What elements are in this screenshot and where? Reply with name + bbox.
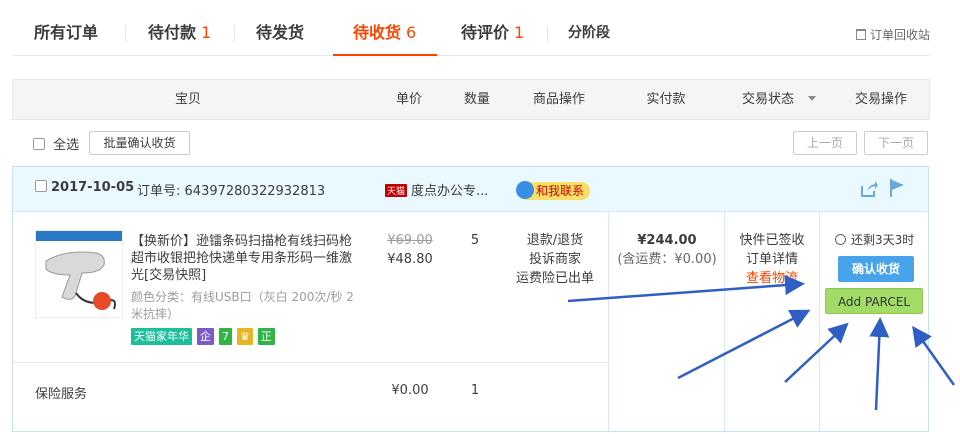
tab-staged[interactable]: 分阶段 xyxy=(548,0,630,56)
view-logistics-link[interactable]: 查看物流 xyxy=(725,269,819,288)
promo-badge[interactable]: 天猫家年华 xyxy=(131,328,192,345)
insurance-service: 保险服务 xyxy=(35,387,88,402)
service-badges: 天猫家年华企 7 ♛ 正 xyxy=(131,328,280,345)
tab-divider xyxy=(125,26,126,42)
tab-label: 所有订单 xyxy=(34,23,99,42)
next-page-button[interactable]: 下一页 xyxy=(864,131,928,155)
flag-icon[interactable] xyxy=(888,177,906,199)
select-all[interactable]: 全选 xyxy=(33,134,79,153)
col-price: 单价 xyxy=(395,92,422,107)
product-sku: 颜色分类：有线USB口（灰白 200次/秒 2米抗摔） xyxy=(131,290,354,321)
genuine-badge[interactable]: 正 xyxy=(257,328,275,345)
product-image[interactable] xyxy=(35,230,123,318)
shop-link[interactable]: 天猫 度点办公专... xyxy=(385,180,488,199)
order-select[interactable] xyxy=(35,180,47,195)
order-no-label: 订单号: xyxy=(137,184,181,199)
order-checkbox[interactable] xyxy=(35,180,47,192)
enterprise-badge[interactable]: 企 xyxy=(197,328,214,345)
tab-label: 待评价 xyxy=(461,23,510,42)
countdown-text: 还剩3天3时 xyxy=(851,233,915,247)
tab-label: 待发货 xyxy=(256,23,305,42)
tmall-icon: 天猫 xyxy=(385,184,408,197)
tab-label: 待收货 xyxy=(353,23,402,42)
chat-icon xyxy=(516,181,534,199)
seven-day-return-badge[interactable]: 7 xyxy=(219,328,232,345)
col-divider xyxy=(819,212,820,431)
trash-icon xyxy=(855,29,866,40)
recycle-label: 订单回收站 xyxy=(869,28,930,42)
row-divider xyxy=(13,362,609,363)
scanner-image xyxy=(36,231,122,310)
confirm-receipt-button[interactable]: 确认收货 xyxy=(838,256,914,282)
shop-name: 度点办公专... xyxy=(411,184,489,199)
col-paid: 实付款 xyxy=(646,92,686,107)
order-date: 2017-10-05 xyxy=(51,180,135,195)
col-divider xyxy=(608,212,609,431)
contact-label: 和我联系 xyxy=(536,184,585,198)
add-parcel-button[interactable]: Add PARCEL xyxy=(825,288,923,314)
order-no-value: 64397280322932813 xyxy=(184,184,326,199)
tab-count: 1 xyxy=(514,23,525,42)
freight-insurance-link[interactable]: 运费险已出单 xyxy=(513,269,597,288)
order-tabs: 所有订单 待付款 1 待发货 待收货 6 待评价 1 分阶段 订单回收站 xyxy=(12,0,930,56)
order-detail-link[interactable]: 订单详情 xyxy=(725,250,819,269)
quantity: 5 xyxy=(470,233,480,248)
col-item: 宝贝 xyxy=(174,92,201,107)
tab-count: 1 xyxy=(201,23,212,42)
select-all-checkbox[interactable] xyxy=(33,138,45,150)
select-all-label: 全选 xyxy=(53,138,80,153)
tab-label: 待付款 xyxy=(148,23,197,42)
tab-to-review[interactable]: 待评价 1 xyxy=(441,0,544,56)
complain-link[interactable]: 投诉商家 xyxy=(513,250,597,269)
tab-label: 分阶段 xyxy=(568,25,610,41)
contact-seller-button[interactable]: 和我联系 xyxy=(516,181,591,200)
tab-to-receive[interactable]: 待收货 6 xyxy=(333,0,437,56)
prev-page-button[interactable]: 上一页 xyxy=(793,131,857,155)
original-price: ¥69.00 xyxy=(387,233,433,248)
order-card: 2017-10-05 订单号: 64397280322932813 天猫 度点办公… xyxy=(12,166,929,432)
clock-icon xyxy=(835,234,846,245)
share-icon[interactable] xyxy=(859,179,879,199)
product-title-link[interactable]: 【换新价】逊镭条码扫描枪有线扫码枪超市收银把抢快递单专用条形码一维激光[交易快照… xyxy=(131,233,363,284)
tab-all-orders[interactable]: 所有订单 xyxy=(14,0,118,56)
countdown: 还剩3天3时 xyxy=(835,231,914,248)
order-header: 2017-10-05 订单号: 64397280322932813 天猫 度点办公… xyxy=(13,167,928,212)
tab-count: 6 xyxy=(406,23,417,42)
order-number: 订单号: 64397280322932813 xyxy=(137,180,325,199)
insurance-qty: 1 xyxy=(470,383,480,398)
unit-price: ¥48.80 xyxy=(387,252,433,267)
col-qty: 数量 xyxy=(463,92,490,107)
refund-link[interactable]: 退款/退货 xyxy=(513,231,597,250)
delivery-status: 快件已签收 xyxy=(739,233,805,248)
tab-divider xyxy=(234,26,235,42)
status-filter[interactable]: 交易状态 xyxy=(729,80,829,119)
col-status: 交易状态 xyxy=(741,92,794,107)
paid-amount: ¥244.00 xyxy=(637,233,697,248)
col-ops: 商品操作 xyxy=(532,92,585,107)
col-action: 交易操作 xyxy=(854,92,907,107)
batch-confirm-button[interactable]: 批量确认收货 xyxy=(89,131,190,155)
shipping-fee: (含运费：¥0.00) xyxy=(617,252,717,267)
tab-to-pay[interactable]: 待付款 1 xyxy=(128,0,231,56)
recycle-bin-link[interactable]: 订单回收站 xyxy=(855,26,930,43)
caret-down-icon xyxy=(808,96,816,101)
insurance-price: ¥0.00 xyxy=(391,383,429,398)
crown-badge[interactable]: ♛ xyxy=(237,328,253,345)
table-header: 宝贝 单价 数量 商品操作 实付款 交易状态 交易操作 xyxy=(12,79,930,120)
tab-to-ship[interactable]: 待发货 xyxy=(236,0,324,56)
